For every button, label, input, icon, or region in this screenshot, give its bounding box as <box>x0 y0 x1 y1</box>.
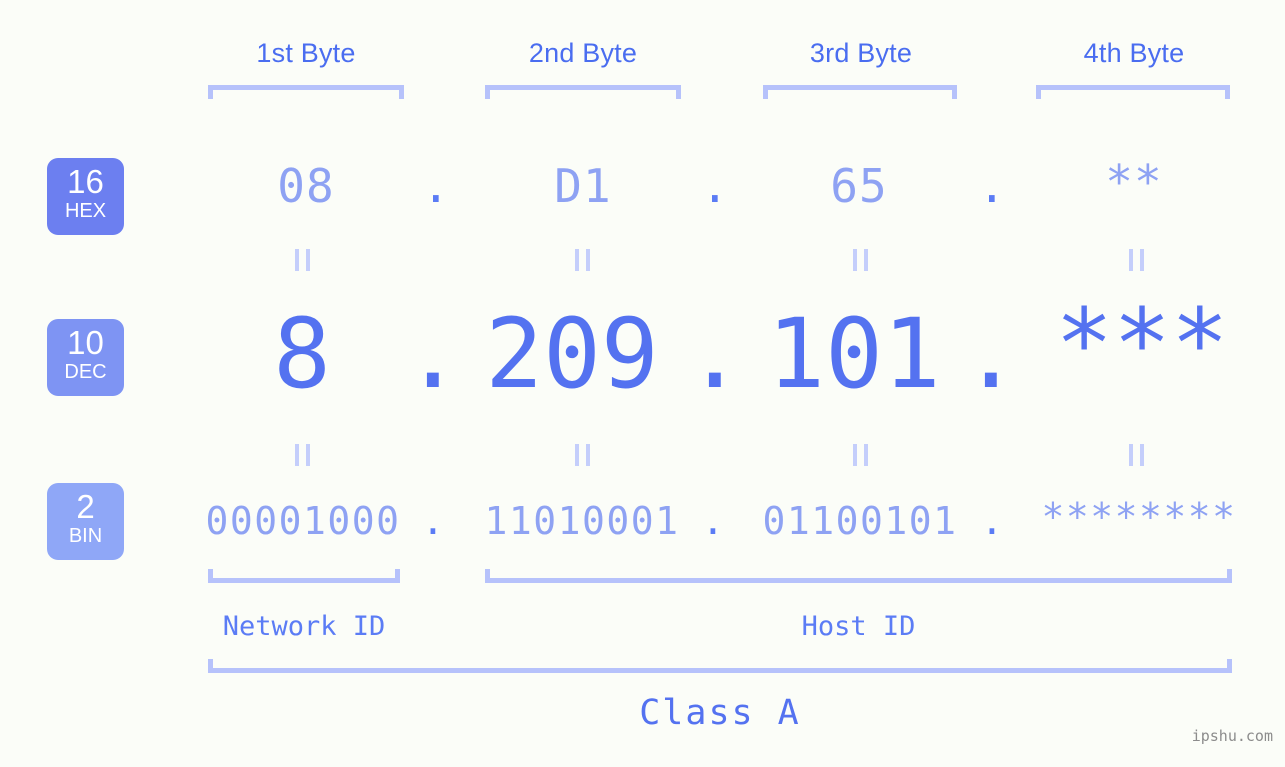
base-badge-bin-number: 2 <box>76 488 95 525</box>
base-badge-hex[interactable]: 16 HEX <box>47 158 124 235</box>
bin-value-4: ******** <box>1041 495 1237 539</box>
hex-value-2: D1 <box>554 159 612 213</box>
equals-icon-hex-dec-3 <box>846 249 874 271</box>
byte-header-3: 3rd Byte <box>809 38 913 68</box>
class-bracket <box>208 659 1232 673</box>
dec-value-4: *** <box>1055 288 1229 400</box>
equals-icon-dec-bin-2 <box>568 444 596 466</box>
base-badge-dec[interactable]: 10 DEC <box>47 319 124 396</box>
hex-separator-3: . <box>978 159 1006 213</box>
byte-header-4: 4th Byte <box>1083 38 1185 68</box>
byte-header-1: 1st Byte <box>256 38 356 68</box>
equals-icon-hex-dec-4 <box>1122 249 1150 271</box>
dec-separator-3: . <box>962 298 1020 410</box>
base-badge-bin[interactable]: 2 BIN <box>47 483 124 560</box>
bin-separator-3: . <box>980 499 1004 543</box>
equals-icon-dec-bin-3 <box>846 444 874 466</box>
hex-separator-1: . <box>422 159 450 213</box>
byte-header-2: 2nd Byte <box>528 38 638 68</box>
base-badge-hex-name: HEX <box>64 200 107 222</box>
ip-breakdown-diagram: 1st Byte 2nd Byte 3rd Byte 4th Byte 16 H… <box>0 0 1285 767</box>
hex-separator-2: . <box>701 159 729 213</box>
network-id-bracket <box>208 569 400 583</box>
equals-icon-dec-bin-1 <box>288 444 316 466</box>
network-id-label: Network ID <box>222 611 386 642</box>
host-id-label: Host ID <box>801 611 916 642</box>
class-label: Class A <box>639 693 801 733</box>
hex-value-4: ** <box>1105 155 1163 209</box>
equals-icon-hex-dec-2 <box>568 249 596 271</box>
base-badge-dec-name: DEC <box>64 361 107 383</box>
host-id-bracket <box>485 569 1232 583</box>
dec-value-3: 101 <box>767 298 941 410</box>
dec-value-1: 8 <box>273 298 331 410</box>
byte-bracket-1 <box>208 85 404 99</box>
byte-bracket-3 <box>763 85 957 99</box>
base-badge-hex-number: 16 <box>67 163 104 200</box>
bin-separator-2: . <box>701 499 725 543</box>
base-badge-dec-number: 10 <box>67 324 104 361</box>
byte-bracket-2 <box>485 85 681 99</box>
bin-value-1: 00001000 <box>205 499 401 543</box>
bin-separator-1: . <box>421 499 445 543</box>
dec-value-2: 209 <box>485 298 659 410</box>
hex-value-1: 08 <box>277 159 335 213</box>
site-watermark: ipshu.com <box>1191 727 1273 745</box>
byte-bracket-4 <box>1036 85 1230 99</box>
bin-value-2: 11010001 <box>484 499 680 543</box>
hex-value-3: 65 <box>830 159 888 213</box>
dec-separator-1: . <box>404 298 462 410</box>
bin-value-3: 01100101 <box>762 499 958 543</box>
dec-separator-2: . <box>686 298 744 410</box>
base-badge-bin-name: BIN <box>68 525 103 547</box>
equals-icon-dec-bin-4 <box>1122 444 1150 466</box>
equals-icon-hex-dec-1 <box>288 249 316 271</box>
